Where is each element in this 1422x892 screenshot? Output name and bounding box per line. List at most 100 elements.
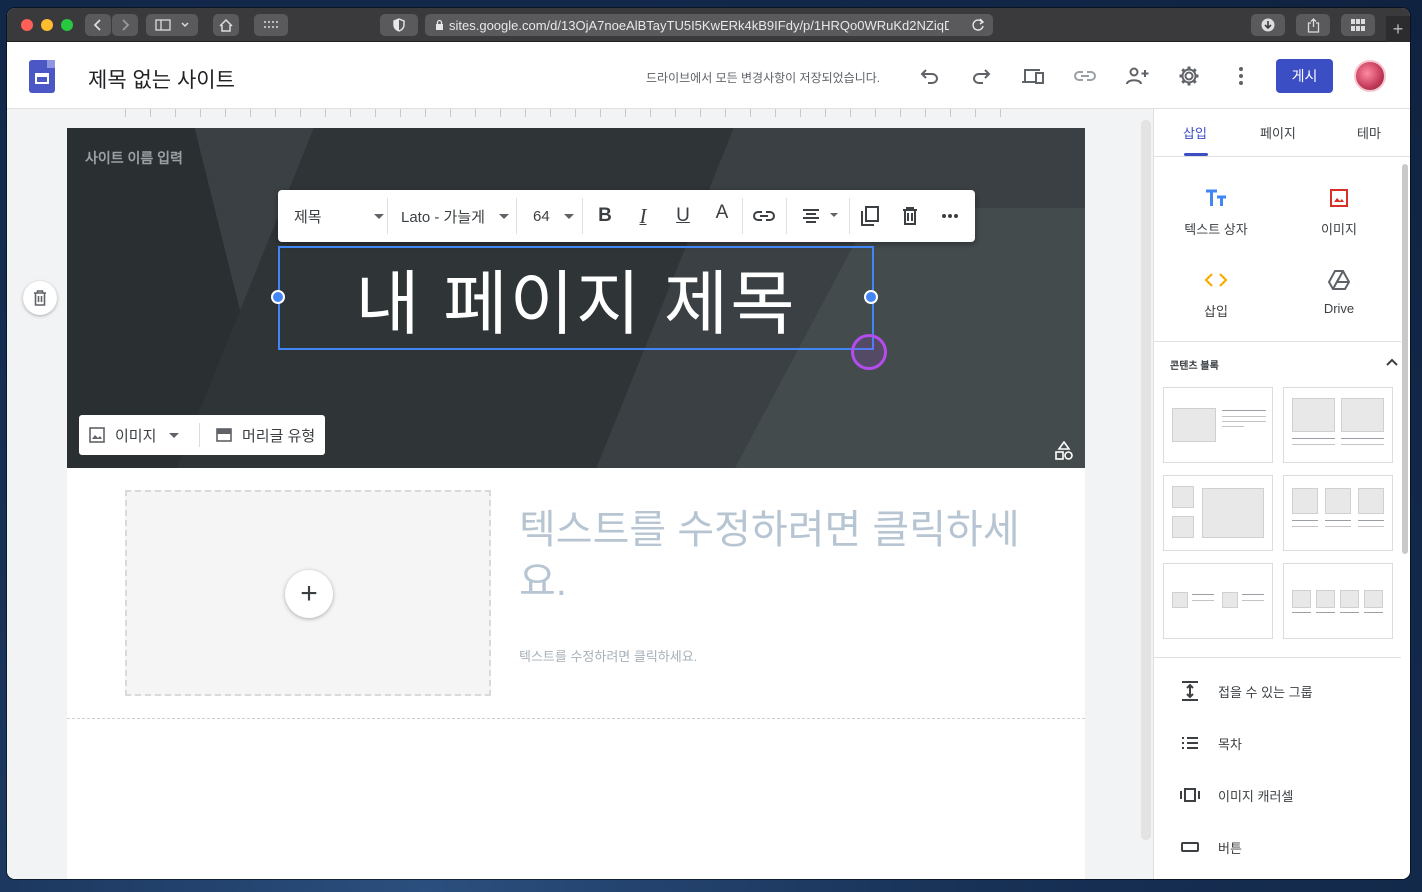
font-size-value: 64: [533, 207, 550, 225]
site-title[interactable]: 제목 없는 사이트: [88, 64, 235, 94]
insert-image-carousel[interactable]: 이미지 캐러셀: [1180, 783, 1293, 807]
insert-text-box[interactable]: 텍스트 상자: [1166, 185, 1266, 238]
content-block-image-collage[interactable]: [1163, 475, 1273, 551]
tab-insert[interactable]: 삽입: [1183, 123, 1207, 142]
delete-section-button[interactable]: [23, 281, 57, 315]
sidebar-toggle-button[interactable]: [146, 14, 198, 36]
page-canvas: 사이트 이름 입력 제목 Lato - 가늘게 64 B I U A 내 페이지…: [67, 128, 1085, 879]
text-format-toolbar: 제목 Lato - 가늘게 64 B I U A: [278, 190, 975, 242]
resize-handle-left[interactable]: [271, 290, 285, 304]
more-horiz-icon: [942, 214, 958, 218]
copy-link-button[interactable]: [1071, 62, 1099, 90]
editor-scrollbar[interactable]: [1141, 120, 1151, 840]
code-icon: [1205, 273, 1227, 287]
preview-button[interactable]: [1019, 62, 1047, 90]
new-tab-button[interactable]: +: [1386, 16, 1410, 42]
url-text: sites.google.com/d/13OjA7noeAlBTayTU5I5K…: [449, 17, 949, 33]
redo-icon: [973, 69, 991, 84]
share-with-others-button[interactable]: [1123, 62, 1151, 90]
copy-icon: [861, 206, 879, 226]
text-color-button[interactable]: A: [711, 190, 733, 242]
insert-button[interactable]: 버튼: [1180, 835, 1242, 859]
text-color-icon: A: [715, 202, 729, 223]
browser-toolbar: sites.google.com/d/13OjA7noeAlBTayTU5I5K…: [7, 8, 1410, 42]
share-button[interactable]: [1296, 14, 1330, 36]
back-button[interactable]: [85, 14, 111, 36]
content-block-two-images[interactable]: [1283, 387, 1393, 463]
avatar[interactable]: [1354, 60, 1386, 92]
downloads-button[interactable]: [1251, 14, 1285, 36]
grid-icon: [264, 21, 278, 28]
publish-button[interactable]: 게시: [1276, 59, 1333, 93]
header-type-button[interactable]: 머리글 유형: [200, 415, 315, 455]
content-blocks-label: 콘텐츠 블록: [1170, 361, 1219, 372]
font-value: Lato - 가늘게: [401, 208, 485, 226]
minimize-window-button[interactable]: [41, 19, 53, 31]
tab-pages[interactable]: 페이지: [1260, 123, 1296, 142]
delete-button[interactable]: [899, 190, 921, 242]
button-icon: [1181, 842, 1199, 852]
content-block-image-list[interactable]: [1163, 563, 1273, 639]
content-block-four-images[interactable]: [1283, 563, 1393, 639]
reload-icon[interactable]: [971, 18, 985, 32]
settings-button[interactable]: [1175, 62, 1203, 90]
site-name-input[interactable]: 사이트 이름 입력: [85, 148, 183, 168]
insert-table-of-contents[interactable]: 목차: [1180, 731, 1242, 755]
gear-icon: [1179, 66, 1199, 86]
insert-image-label: 이미지: [1321, 222, 1357, 237]
image-placeholder[interactable]: +: [125, 490, 491, 696]
maximize-window-button[interactable]: [61, 19, 73, 31]
underline-button[interactable]: U: [672, 190, 694, 242]
shapes-icon[interactable]: [1054, 440, 1074, 466]
privacy-report-button[interactable]: [380, 14, 418, 36]
resize-handle-corner[interactable]: [851, 334, 887, 370]
image-icon: [89, 427, 105, 443]
content-block-image-text[interactable]: [1163, 387, 1273, 463]
more-format-options-button[interactable]: [939, 190, 961, 242]
dropdown-arrow-icon: [169, 433, 179, 438]
home-button[interactable]: [213, 14, 239, 36]
top-sites-button[interactable]: [254, 14, 288, 36]
insert-drive[interactable]: Drive: [1289, 267, 1389, 316]
content-heading-placeholder[interactable]: 텍스트를 수정하려면 클릭하세요.: [519, 504, 1039, 608]
title-text-box[interactable]: 내 페이지 제목: [271, 246, 878, 350]
content-body-placeholder[interactable]: 텍스트를 수정하려면 클릭하세요.: [519, 646, 697, 665]
tab-themes[interactable]: 테마: [1357, 123, 1381, 142]
forward-button[interactable]: [112, 14, 138, 36]
italic-button[interactable]: I: [632, 190, 654, 242]
insert-link-button[interactable]: [751, 190, 777, 242]
button-label: 버튼: [1218, 840, 1242, 856]
resize-handle-right[interactable]: [864, 290, 878, 304]
header-image-button[interactable]: 이미지: [79, 415, 199, 455]
link-icon: [1074, 71, 1096, 81]
chevron-down-icon: [181, 22, 189, 28]
redo-button[interactable]: [967, 62, 995, 90]
add-image-button[interactable]: +: [285, 570, 333, 618]
bold-icon: B: [598, 205, 612, 226]
panel-scrollbar[interactable]: [1402, 164, 1408, 554]
save-status: 드라이브에서 모든 변경사항이 저장되었습니다.: [646, 71, 881, 85]
tab-overview-button[interactable]: [1341, 14, 1375, 36]
align-dropdown[interactable]: [802, 190, 838, 242]
more-options-button[interactable]: [1227, 62, 1255, 90]
insert-embed[interactable]: 삽입: [1166, 267, 1266, 320]
insert-image[interactable]: 이미지: [1289, 185, 1389, 238]
content-block-three-images[interactable]: [1283, 475, 1393, 551]
sites-logo-icon[interactable]: [29, 60, 55, 93]
font-size-dropdown[interactable]: 64: [533, 190, 581, 242]
download-icon: [1261, 18, 1275, 32]
close-window-button[interactable]: [21, 19, 33, 31]
drive-icon: [1328, 270, 1350, 290]
font-dropdown[interactable]: Lato - 가늘게: [401, 190, 513, 242]
page-title[interactable]: 내 페이지 제목: [280, 248, 872, 348]
ruler: [125, 109, 1025, 117]
paragraph-style-dropdown[interactable]: 제목: [294, 190, 386, 242]
insert-collapsible-group[interactable]: 접을 수 있는 그룹: [1180, 679, 1313, 703]
undo-button[interactable]: [916, 62, 944, 90]
collapse-blocks-button[interactable]: [1386, 353, 1398, 371]
panel-tabs: 삽입 페이지 테마: [1154, 109, 1410, 157]
address-bar[interactable]: sites.google.com/d/13OjA7noeAlBTayTU5I5K…: [425, 14, 993, 36]
header-section[interactable]: 사이트 이름 입력 제목 Lato - 가늘게 64 B I U A 내 페이지…: [67, 128, 1085, 468]
bold-button[interactable]: B: [594, 190, 616, 242]
duplicate-button[interactable]: [859, 190, 881, 242]
